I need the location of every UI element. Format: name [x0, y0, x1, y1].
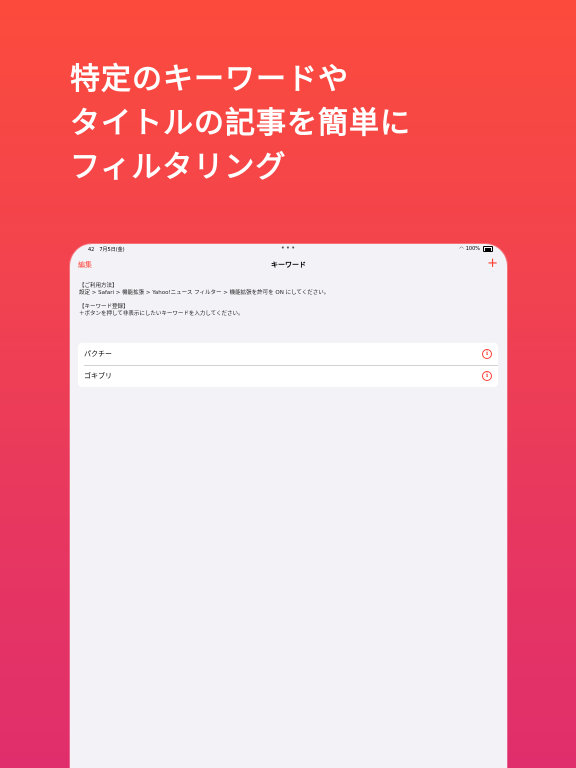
status-time: 42 7月5日(金)	[88, 247, 125, 253]
list-item[interactable]: ゴキブリ i	[78, 365, 498, 387]
battery-icon	[483, 246, 493, 252]
usage-text: 設定 > Safari > 機能拡張 > Yahoo!ニュース フィルター > …	[79, 290, 330, 296]
battery-percent: 100%	[465, 246, 480, 252]
keyword-label: パクチー	[84, 350, 112, 358]
status-indicators: ◠ 100%	[459, 246, 493, 252]
navigation-bar: 編集 キーワード +	[70, 256, 507, 273]
headline-line-1: 特定のキーワードや	[70, 62, 349, 97]
multitasking-dots-icon[interactable]: •••	[281, 244, 296, 252]
register-heading: 【キーワード登録】	[79, 304, 129, 310]
help-text: 【ご利用方法】 設定 > Safari > 機能拡張 > Yahoo!ニュース …	[79, 283, 499, 318]
list-item[interactable]: パクチー i	[78, 343, 498, 365]
add-keyword-button[interactable]: +	[487, 256, 498, 272]
register-text: ＋ボタンを押して非表示にしたいキーワードを入力してください。	[79, 311, 244, 317]
wifi-icon: ◠	[459, 246, 464, 252]
keyword-list: パクチー i ゴキブリ i	[78, 343, 498, 387]
info-icon[interactable]: i	[482, 349, 492, 359]
device-screen: 42 7月5日(金) ••• ◠ 100% 編集 キーワード + 【ご利用方法】…	[70, 244, 507, 768]
status-bar: 42 7月5日(金) ••• ◠ 100%	[70, 244, 507, 255]
info-icon[interactable]: i	[482, 371, 492, 381]
usage-heading: 【ご利用方法】	[79, 283, 118, 289]
headline-line-3: フィルタリング	[70, 150, 287, 185]
page-title: キーワード	[271, 261, 306, 269]
headline-line-2: タイトルの記事を簡単に	[70, 106, 411, 141]
promo-headline: 特定のキーワードや タイトルの記事を簡単に フィルタリング	[70, 58, 540, 190]
keyword-label: ゴキブリ	[84, 372, 112, 380]
